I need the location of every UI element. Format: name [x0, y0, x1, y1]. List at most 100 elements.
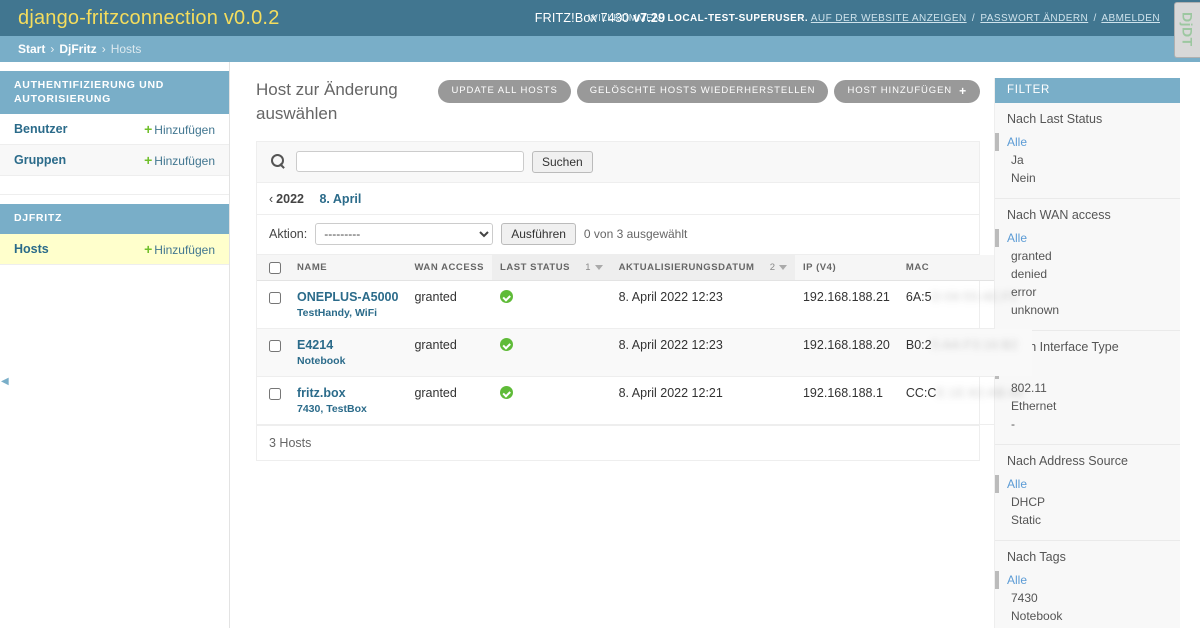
filter-option-link[interactable]: Ja [1011, 153, 1024, 167]
row-checkbox[interactable] [269, 339, 281, 352]
table-row[interactable]: fritz.box 7430, TestBox granted 8. April… [257, 376, 1161, 425]
row-select-cell[interactable] [257, 328, 289, 377]
filter-option-link[interactable]: granted [1011, 249, 1052, 263]
column-header-name[interactable]: Name [289, 254, 407, 281]
action-label: Aktion: [269, 226, 308, 241]
content-main: Update all hosts Gelöschte Hosts wiederh… [256, 78, 1161, 628]
mac-redacted-part: 5:AA:F3:16:B2 [931, 337, 1019, 352]
date-hierarchy-current-link[interactable]: 8. April [319, 192, 361, 206]
row-select-cell[interactable] [257, 376, 289, 425]
date-hierarchy-back-link[interactable]: ‹ 2022 [269, 192, 316, 206]
add-benutzer-label: Hinzufügen [154, 123, 215, 138]
cell-mac: CC:CE:1E:82:AB:40 [897, 376, 1032, 425]
filter-option[interactable]: Alle [995, 133, 1180, 151]
change-password-link[interactable]: Passwort ändern [980, 13, 1088, 24]
restore-deleted-hosts-button[interactable]: Gelöschte Hosts wiederherstellen [576, 80, 829, 103]
filter-option-link[interactable]: Alle [1007, 573, 1027, 587]
add-host-button[interactable]: Host hinzufügen + [834, 80, 980, 103]
date-hierarchy-back-label: 2022 [276, 191, 304, 206]
mac-redacted-part: D:09:55:4E:F5 [931, 289, 1018, 304]
filter-option[interactable]: granted [995, 247, 1180, 265]
status-ok-icon [499, 385, 513, 399]
column-header-last-status[interactable]: Last status 1 [491, 254, 611, 281]
filter-option-link[interactable]: Alle [1007, 477, 1027, 491]
row-select-cell[interactable] [257, 280, 289, 329]
sidebar-item-label-gruppen[interactable]: Gruppen [14, 153, 66, 167]
action-go-button[interactable]: Ausführen [501, 222, 576, 245]
plus-icon: + [959, 84, 967, 98]
column-header-select-all[interactable] [257, 254, 289, 281]
filter-option-link[interactable]: Alle [1007, 135, 1027, 149]
filter-option-link[interactable]: Static [1011, 513, 1041, 527]
filter-group-title: Nach Tags [1007, 550, 1066, 564]
sidebar-item-label-benutzer[interactable]: Benutzer [14, 122, 67, 136]
mac-visible-part: CC:C [905, 385, 937, 400]
update-all-hosts-button[interactable]: Update all hosts [438, 80, 571, 103]
row-checkbox[interactable] [269, 291, 281, 304]
plus-icon: + [144, 240, 153, 257]
select-all-checkbox[interactable] [269, 261, 281, 274]
site-branding[interactable]: django-fritzconnection v0.0.2 [18, 7, 280, 30]
cell-updated: 8. April 2022 12:23 [610, 280, 795, 329]
column-header-aktualisierungsdatum[interactable]: Aktualisierungsdatum 2 [610, 254, 795, 281]
filter-option-list: Alle Ja Nein [995, 133, 1180, 187]
page-container: Authentifizierung und Autorisierung Benu… [0, 62, 1200, 628]
sort-options-last-status[interactable]: 1 [573, 262, 603, 273]
sidebar-collapse-toggle[interactable]: ◀ [1, 377, 9, 387]
filter-option-list: Alle DHCP Static [995, 475, 1180, 529]
user-tools-separator-1: / [971, 12, 976, 24]
filter-option[interactable]: Static [995, 511, 1180, 529]
paginator-count: 3 Hosts [257, 424, 979, 460]
filter-option[interactable]: 7430 [995, 589, 1180, 607]
table-row[interactable]: ONEPLUS-A5000 TestHandy, WiFi granted 8.… [257, 280, 1161, 329]
column-header-ip[interactable]: IP (v4) [794, 254, 898, 281]
filter-option-link[interactable]: denied [1011, 267, 1047, 281]
filter-option[interactable]: Alle [995, 229, 1180, 247]
search-submit-button[interactable]: Suchen [532, 150, 593, 173]
sidebar-item-label-hosts[interactable]: Hosts [14, 242, 49, 256]
filter-option-link[interactable]: Notebook [1011, 609, 1062, 623]
filter-option-link[interactable]: 7430 [1011, 591, 1038, 605]
filter-option-link[interactable]: Alle [1007, 231, 1027, 245]
cell-updated: 8. April 2022 12:23 [610, 328, 795, 377]
breadcrumb-item-djfritz[interactable]: DjFritz [59, 42, 96, 56]
column-header-wan-access[interactable]: WAN access [406, 254, 492, 281]
sidebar-item-gruppen[interactable]: Gruppen + Hinzufügen [0, 145, 229, 177]
view-site-link[interactable]: Auf der Website anzeigen [811, 13, 967, 24]
filter-option[interactable]: Alle [995, 571, 1180, 589]
sort-descending-arrow-icon[interactable] [594, 264, 603, 270]
breadcrumb-item-start[interactable]: Start [18, 42, 45, 56]
results-table-body: ONEPLUS-A5000 TestHandy, WiFi granted 8.… [257, 280, 1161, 425]
add-hosts-link[interactable]: + Hinzufügen [144, 241, 215, 257]
sidebar-item-hosts[interactable]: Hosts + Hinzufügen [0, 233, 229, 265]
host-link[interactable]: E4214 [297, 338, 333, 352]
filter-option[interactable]: DHCP [995, 493, 1180, 511]
filter-option-link[interactable]: DHCP [1011, 495, 1045, 509]
host-link[interactable]: fritz.box [297, 386, 346, 400]
add-gruppen-link[interactable]: + Hinzufügen [144, 152, 215, 168]
logout-link[interactable]: Abmelden [1101, 13, 1160, 24]
filter-option[interactable]: Nein [995, 169, 1180, 187]
nav-module-djfritz: DjFritz Hosts + Hinzufügen [0, 204, 229, 265]
user-tools-separator-2: / [1093, 12, 1097, 24]
filter-option[interactable]: Ja [995, 151, 1180, 169]
breadcrumb: Start › DjFritz › Hosts [0, 36, 1200, 62]
row-checkbox[interactable] [269, 387, 281, 400]
results-table: Name WAN access Last status 1 Aktualis [257, 254, 1161, 425]
host-link[interactable]: ONEPLUS-A5000 [297, 290, 398, 304]
cell-name: ONEPLUS-A5000 TestHandy, WiFi [289, 280, 407, 329]
filter-option[interactable]: Alle [995, 475, 1180, 493]
filter-group-title: Nach WAN access [1007, 208, 1111, 222]
search-input[interactable] [296, 151, 524, 173]
table-row[interactable]: E4214 Notebook granted 8. April 2022 12:… [257, 328, 1161, 377]
search-icon [271, 154, 286, 169]
sidebar-item-benutzer[interactable]: Benutzer + Hinzufügen [0, 114, 229, 146]
action-select[interactable]: --------- [315, 222, 494, 245]
django-debug-toolbar-handle[interactable]: DjDT [1174, 2, 1200, 58]
mac-redacted-part: E:1E:82:AB:40 [936, 385, 1024, 400]
filter-option[interactable]: Notebook [995, 607, 1180, 625]
add-benutzer-link[interactable]: + Hinzufügen [144, 121, 215, 137]
filter-option-link[interactable]: Nein [1011, 171, 1036, 185]
sort-options-aktualisierungsdatum[interactable]: 2 [758, 262, 787, 273]
sort-descending-arrow-icon[interactable] [778, 264, 787, 270]
